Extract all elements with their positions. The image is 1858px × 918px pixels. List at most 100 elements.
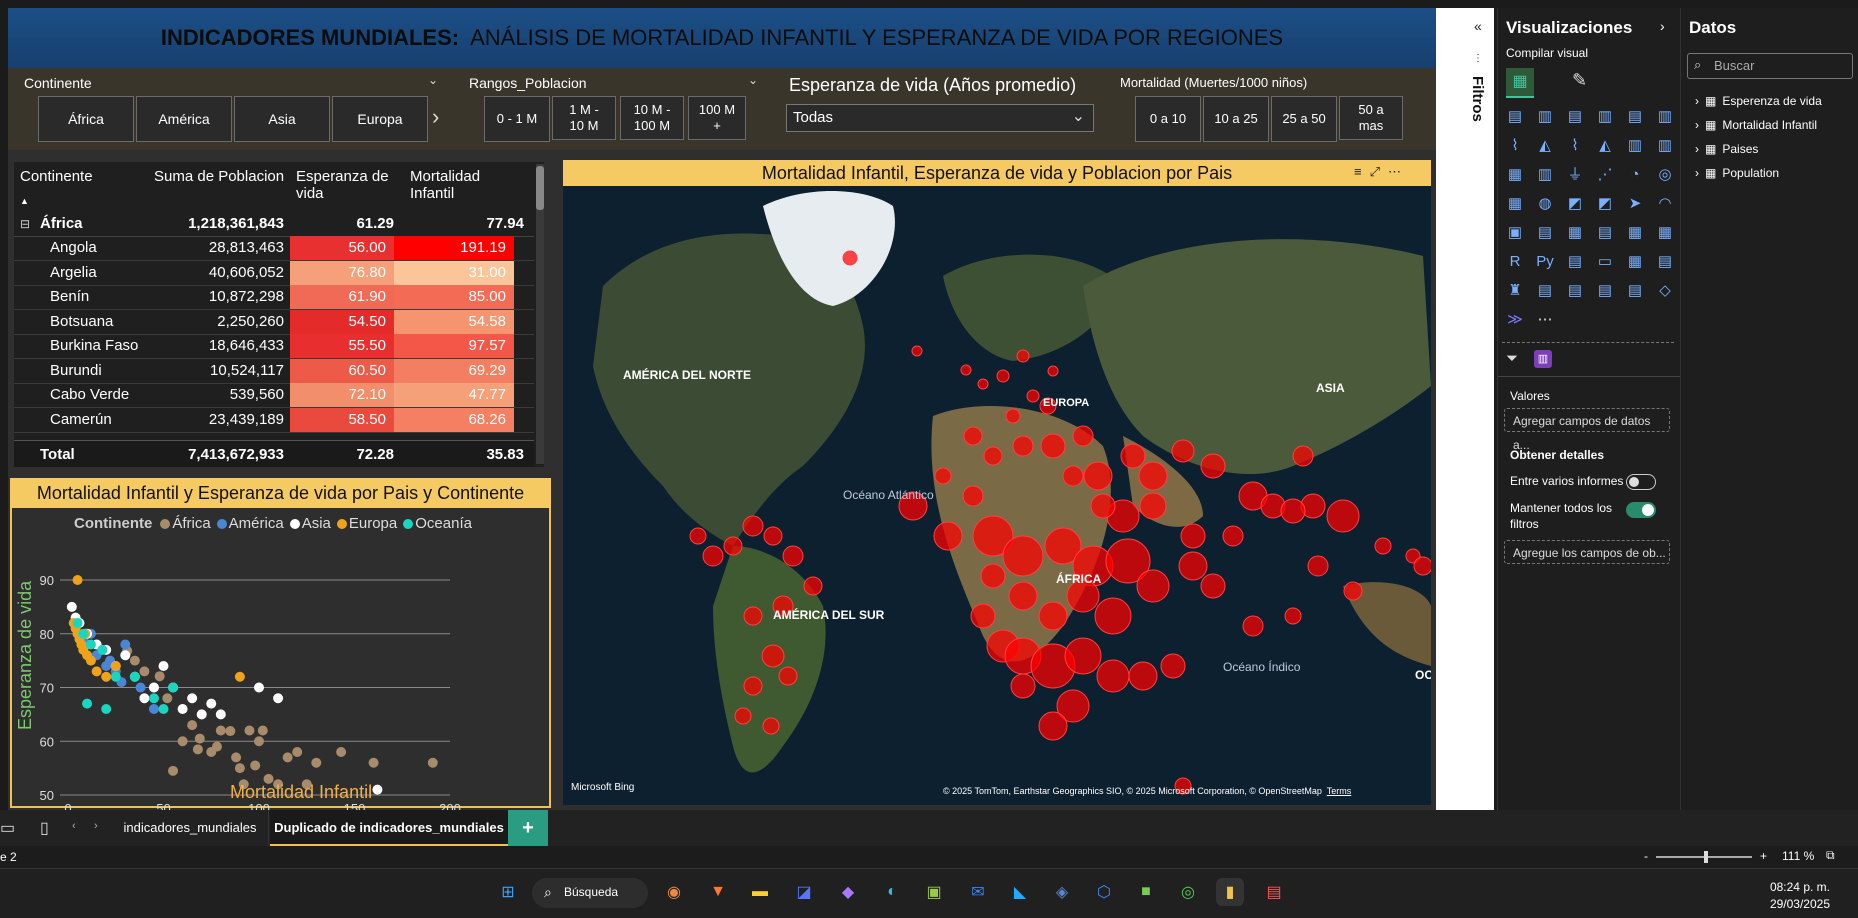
scatter-point[interactable] [72, 575, 83, 585]
terms-link[interactable]: Terms [1327, 786, 1352, 796]
table-header-esperanza[interactable]: Esperanza de vida [296, 168, 396, 202]
legend-item[interactable]: Europa [336, 515, 397, 532]
visual-type-icon[interactable]: ▤ [1566, 282, 1584, 300]
scatter-point[interactable] [273, 693, 284, 704]
table-row[interactable]: Botsuana 2,250,260 54.50 54.58 [14, 309, 534, 335]
map-bubble[interactable] [1160, 653, 1186, 679]
map-bubble[interactable] [723, 536, 743, 556]
map-bubble[interactable] [1138, 461, 1168, 491]
table-visual-icon[interactable]: ▦ [1506, 68, 1534, 98]
visual-type-icon[interactable]: ▦ [1626, 253, 1644, 271]
app-icon[interactable]: ▤ [1260, 878, 1288, 906]
scatter-point[interactable] [292, 747, 303, 757]
prev-page-icon[interactable]: ‹ [72, 820, 76, 832]
map-bubble[interactable] [842, 250, 858, 266]
map-bubble[interactable] [1200, 453, 1226, 479]
map-bubble[interactable] [963, 426, 983, 446]
scatter-point[interactable] [187, 720, 198, 731]
pycharm-icon[interactable]: ■ [1132, 878, 1160, 906]
scatter-point[interactable] [206, 698, 217, 709]
map-bubble[interactable] [1094, 597, 1132, 635]
map-bubble[interactable] [1064, 637, 1102, 675]
map-bubble[interactable] [1047, 365, 1059, 377]
scatter-point[interactable] [257, 725, 268, 736]
visual-type-icon[interactable]: ▦ [1626, 224, 1644, 242]
data-table-item[interactable]: › ▦ Mortalidad Infantil [1695, 118, 1817, 132]
tab-indicadores[interactable]: indicadores_mundiales [112, 810, 269, 846]
map-bubble[interactable] [1026, 389, 1040, 403]
slicer-option-asia[interactable]: Asia [234, 96, 330, 142]
vscode-icon[interactable]: ◣ [1006, 878, 1034, 906]
visual-type-icon[interactable]: ▤ [1566, 108, 1584, 126]
scatter-point[interactable] [129, 655, 140, 666]
visual-type-icon[interactable]: ▤ [1566, 253, 1584, 271]
scatter-point[interactable] [120, 650, 131, 661]
mobile-view-icon[interactable]: ▯ [40, 818, 49, 838]
visual-type-icon[interactable]: ▤ [1626, 282, 1644, 300]
tab-duplicado[interactable]: Duplicado de indicadores_mundiales [270, 810, 508, 846]
filters-pane-collapsed[interactable]: « ⋮ Filtros [1466, 8, 1494, 810]
scatter-point[interactable] [196, 709, 207, 720]
legend-item[interactable]: Oceanía [403, 515, 472, 532]
scatter-point[interactable] [254, 736, 264, 747]
map-bubble[interactable] [1072, 425, 1094, 447]
map-bubble[interactable] [1008, 581, 1038, 611]
file-explorer-icon[interactable]: ▬ [746, 878, 774, 906]
windows-start-icon[interactable]: ⊞ [494, 878, 522, 906]
map-bubble[interactable] [778, 666, 798, 686]
data-table-item[interactable]: › ▦ Esperenza de vida [1695, 94, 1822, 108]
scatter-point[interactable] [158, 661, 169, 671]
visual-type-icon[interactable]: ▤ [1596, 282, 1614, 300]
scatter-point[interactable] [211, 741, 222, 752]
scatter-point[interactable] [215, 709, 226, 720]
scatter-point[interactable] [177, 736, 188, 747]
map-bubble[interactable] [962, 485, 984, 507]
scatter-point[interactable] [91, 666, 102, 677]
visual-type-icon[interactable]: ◔ [1626, 166, 1644, 184]
map-bubble[interactable] [1040, 433, 1066, 459]
visual-type-icon[interactable]: ▥ [1626, 137, 1644, 155]
more-options-icon[interactable]: ⋯ [1388, 164, 1401, 180]
power-bi-icon[interactable]: ▮ [1216, 878, 1244, 906]
scatter-point[interactable] [101, 704, 112, 714]
visual-type-icon[interactable]: ◠ [1656, 195, 1674, 213]
map-bubble[interactable] [1284, 607, 1302, 625]
focus-mode-icon[interactable]: ⤢ [1370, 164, 1380, 180]
visual-type-icon[interactable]: ≫ [1506, 311, 1524, 329]
scatter-point[interactable] [158, 704, 169, 714]
scatter-point[interactable] [154, 671, 165, 682]
chrome-icon[interactable]: ◉ [660, 878, 688, 906]
map-bubble[interactable] [1343, 581, 1363, 601]
visual-type-icon[interactable]: ◇ [1656, 282, 1674, 300]
data-table-item[interactable]: › ▦ Population [1695, 166, 1779, 180]
table-row[interactable]: Cabo Verde 539,560 72.10 47.77 [14, 383, 534, 408]
map-bubble[interactable] [970, 603, 996, 629]
map-bubble[interactable] [1307, 555, 1329, 577]
scatter-point[interactable] [168, 765, 179, 776]
map-bubble[interactable] [762, 717, 780, 735]
filter-icon[interactable]: ≡ [1354, 164, 1362, 180]
visual-studio-icon[interactable]: ◆ [834, 878, 862, 906]
scatter-point[interactable] [101, 671, 112, 682]
visual-type-icon[interactable]: ▥ [1596, 108, 1614, 126]
map-bubble[interactable] [1010, 673, 1036, 699]
visual-type-icon[interactable]: ▤ [1656, 253, 1674, 271]
slicer-option-africa[interactable]: África [38, 96, 134, 142]
app-icon[interactable]: ◎ [1174, 878, 1202, 906]
sort-up-icon[interactable]: ▲ [20, 196, 29, 206]
visual-type-icon[interactable]: ▥ [1656, 108, 1674, 126]
table-header-mortalidad[interactable]: Mortalidad Infantil [410, 168, 490, 202]
scatter-point[interactable] [85, 655, 96, 666]
values-drop-zone[interactable]: Agregar campos de datos a... [1504, 408, 1670, 452]
visual-type-icon[interactable]: ▦ [1506, 166, 1524, 184]
legend-item[interactable]: África [160, 515, 211, 532]
scatter-point[interactable] [231, 752, 242, 763]
visual-type-icon[interactable]: ▣ [1506, 224, 1524, 242]
map-bubble[interactable] [934, 467, 952, 485]
visual-type-icon[interactable]: ▤ [1536, 224, 1554, 242]
map-bubble[interactable] [996, 369, 1010, 383]
scatter-point[interactable] [129, 671, 140, 682]
scatter-point[interactable] [250, 760, 261, 771]
rango-option-0[interactable]: 0 - 1 M [484, 96, 550, 142]
rango-option-3[interactable]: 100 M + [688, 96, 746, 140]
